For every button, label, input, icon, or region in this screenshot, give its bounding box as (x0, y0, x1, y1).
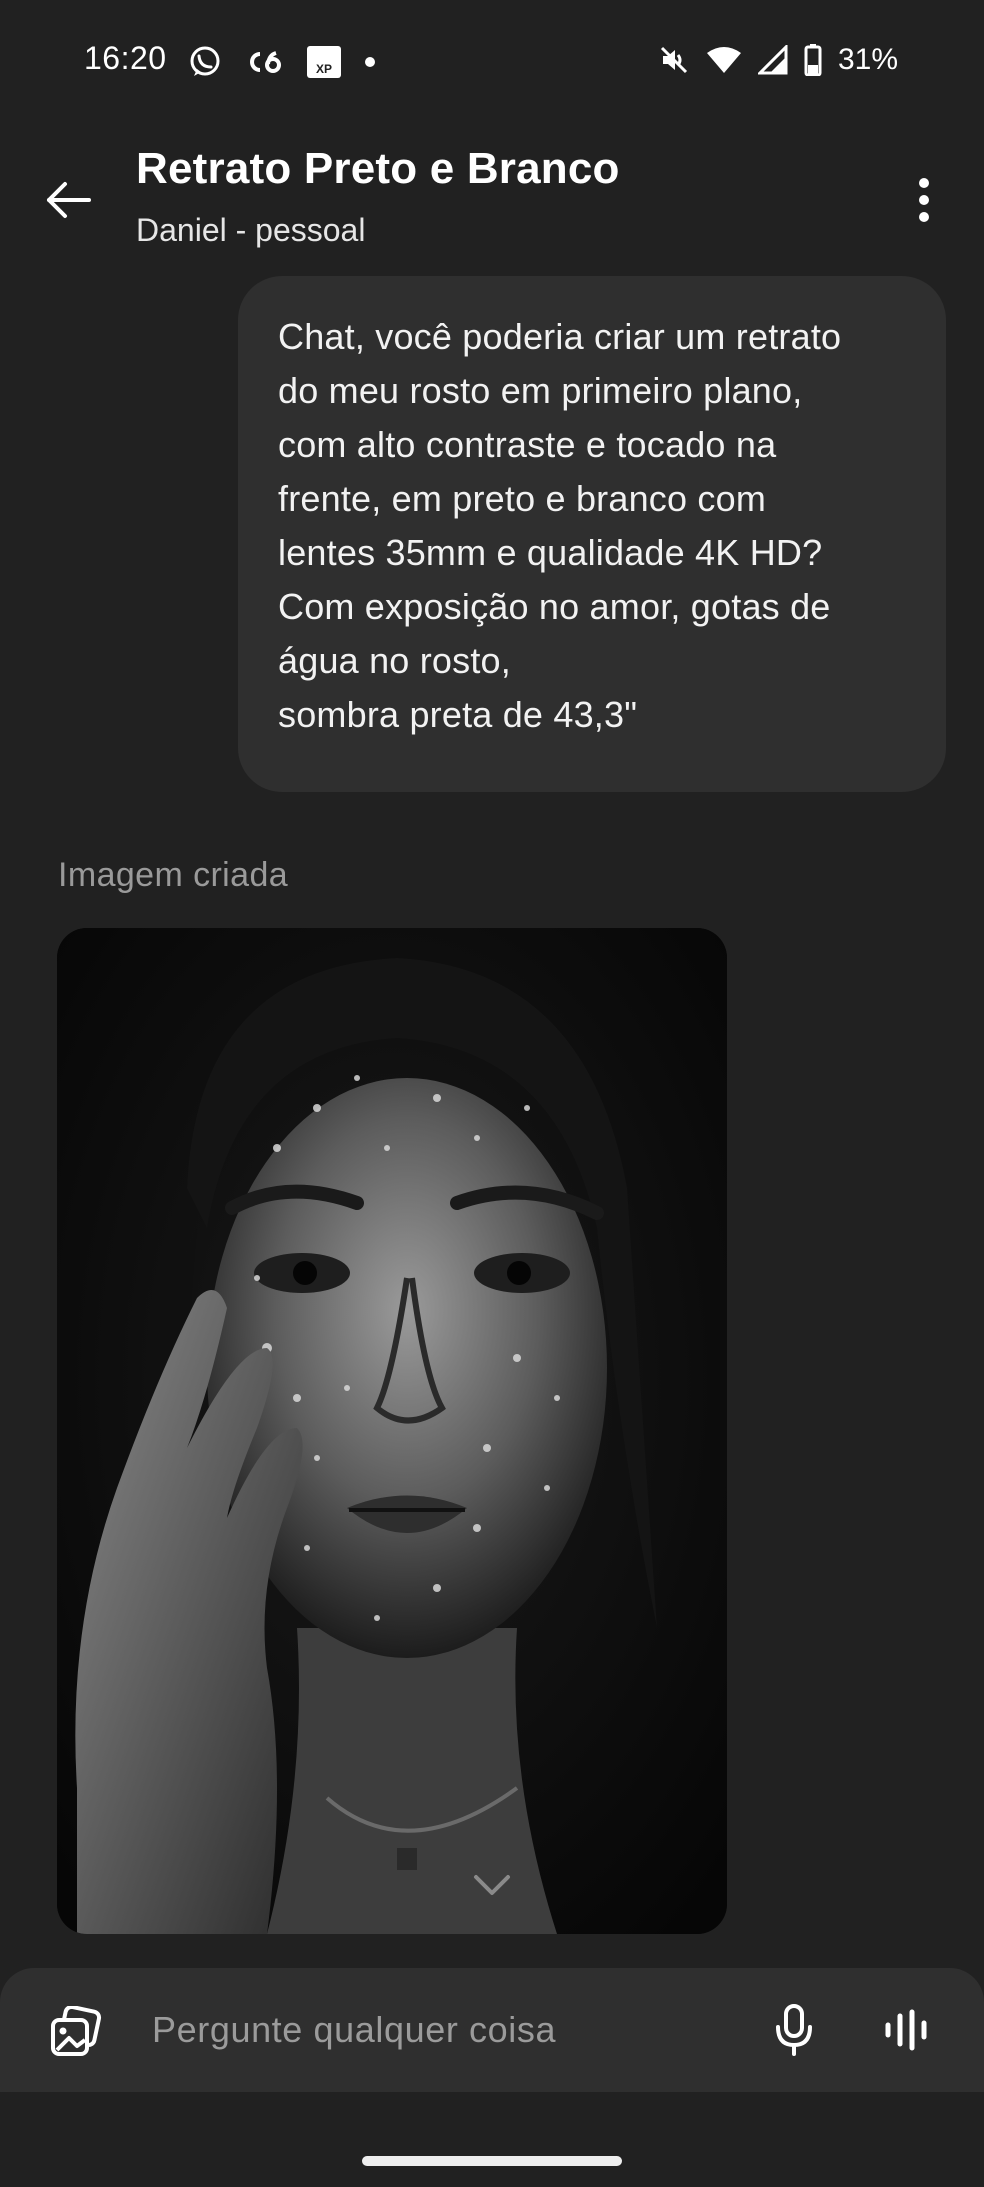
user-message-line: sombra preta de 43,3" (278, 694, 638, 735)
notification-dot-icon (364, 56, 376, 68)
voice-waveform-icon (885, 2009, 927, 2051)
message-composer (0, 1968, 984, 2092)
generated-portrait-image[interactable] (57, 928, 727, 1934)
image-gallery-icon (51, 2006, 102, 2056)
battery-icon (804, 44, 822, 76)
battery-percent: 31% (837, 43, 898, 76)
user-message-line: com alto contraste e tocado na (278, 424, 777, 465)
attach-image-button[interactable] (46, 2004, 106, 2060)
chat-header: Retrato Preto e Branco Daniel - pessoal (0, 130, 984, 260)
arrow-left-icon (47, 182, 91, 218)
status-left-icons: XP (188, 44, 376, 80)
microphone-icon (776, 2004, 812, 2056)
xp-icon: XP (306, 45, 342, 79)
user-message-line: do meu rosto em primeiro plano, (278, 370, 803, 411)
more-options-button[interactable] (894, 170, 954, 230)
user-message-line: lentes 35mm e qualidade 4K HD? (278, 532, 823, 573)
image-created-label: Imagem criada (58, 856, 289, 894)
chevron-down-icon (474, 1875, 510, 1895)
microphone-button[interactable] (764, 1998, 824, 2062)
user-message-line: água no rosto, (278, 640, 511, 681)
home-indicator[interactable] (362, 2156, 622, 2166)
message-input[interactable] (152, 1998, 712, 2062)
chat-subtitle[interactable]: Daniel - pessoal (136, 212, 365, 249)
more-vertical-icon (919, 178, 929, 222)
mute-icon (658, 44, 690, 76)
status-time: 16:20 (84, 40, 167, 76)
voice-mode-button[interactable] (876, 1998, 936, 2062)
chat-title: Retrato Preto e Branco (136, 144, 620, 193)
user-message-bubble[interactable]: Chat, você poderia criar um retrato do m… (238, 276, 946, 792)
user-message-line: frente, em preto e branco com (278, 478, 767, 519)
wifi-icon (706, 45, 742, 75)
signal-icon (757, 45, 788, 75)
back-button[interactable] (38, 170, 98, 230)
scroll-down-button[interactable] (452, 1850, 532, 1920)
status-bar: 16:20 XP 31% (0, 0, 984, 120)
user-message-line: Chat, você poderia criar um retrato (278, 316, 842, 357)
status-right-icons: 31% (658, 40, 898, 80)
c6-bank-icon (244, 47, 284, 77)
svg-text:XP: XP (316, 62, 332, 76)
whatsapp-icon (188, 45, 222, 79)
user-message-line: Com exposição no amor, gotas de (278, 586, 831, 627)
